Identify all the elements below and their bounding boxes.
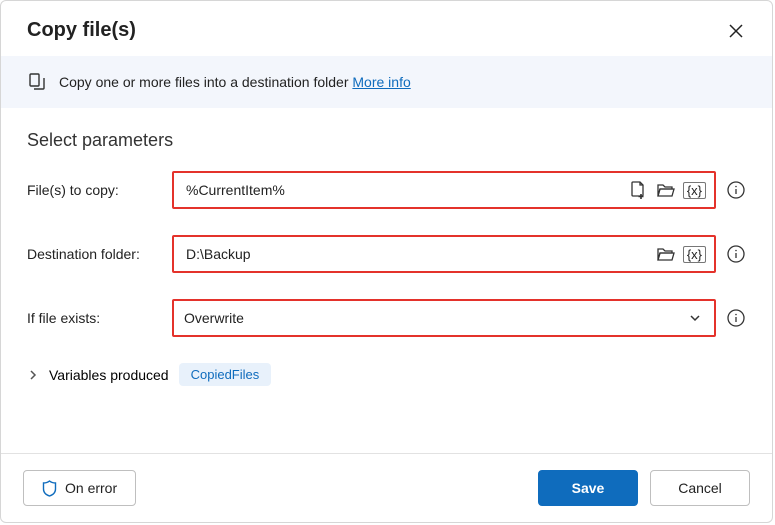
dropdown-toggle[interactable] xyxy=(684,307,706,329)
variable-picker-button[interactable]: {x} xyxy=(683,182,706,199)
field-wrap-ifexists: Overwrite xyxy=(172,299,746,337)
header: Copy file(s) xyxy=(1,1,772,56)
cancel-label: Cancel xyxy=(678,480,722,496)
section-title: Select parameters xyxy=(27,130,746,151)
files-input-field[interactable]: {x} xyxy=(172,171,716,209)
field-wrap-files: {x} xyxy=(172,171,746,209)
ifexists-select[interactable]: Overwrite xyxy=(172,299,716,337)
save-button[interactable]: Save xyxy=(538,470,638,506)
label-files: File(s) to copy: xyxy=(27,182,172,198)
on-error-label: On error xyxy=(65,480,117,496)
info-button-files[interactable] xyxy=(726,180,746,200)
info-button-ifexists[interactable] xyxy=(726,308,746,328)
on-error-button[interactable]: On error xyxy=(23,470,136,506)
dialog: Copy file(s) Copy one or more files into… xyxy=(0,0,773,523)
copy-icon xyxy=(27,72,47,92)
save-label: Save xyxy=(572,480,605,496)
info-text-content: Copy one or more files into a destinatio… xyxy=(59,74,352,90)
row-destination: Destination folder: {x} xyxy=(27,235,746,273)
folder-open-icon xyxy=(656,182,676,198)
destination-input[interactable] xyxy=(184,245,649,263)
field-wrap-destination: {x} xyxy=(172,235,746,273)
info-icon xyxy=(727,309,745,327)
destination-input-field[interactable]: {x} xyxy=(172,235,716,273)
row-files: File(s) to copy: xyxy=(27,171,746,209)
row-ifexists: If file exists: Overwrite xyxy=(27,299,746,337)
body: Select parameters File(s) to copy: xyxy=(1,108,772,453)
file-picker-button[interactable] xyxy=(627,179,649,201)
label-destination: Destination folder: xyxy=(27,246,172,262)
info-icon xyxy=(727,245,745,263)
info-bar: Copy one or more files into a destinatio… xyxy=(1,56,772,108)
close-button[interactable] xyxy=(726,21,746,41)
variables-label: Variables produced xyxy=(49,367,169,383)
folder-picker-button[interactable] xyxy=(655,179,677,201)
folder-open-icon xyxy=(656,246,676,262)
label-ifexists: If file exists: xyxy=(27,310,172,326)
info-button-dest[interactable] xyxy=(726,244,746,264)
shield-icon xyxy=(42,480,57,497)
variables-produced-row: Variables produced CopiedFiles xyxy=(27,363,746,386)
folder-picker-button-dest[interactable] xyxy=(655,243,677,265)
files-input[interactable] xyxy=(184,181,621,199)
cancel-button[interactable]: Cancel xyxy=(650,470,750,506)
dialog-title: Copy file(s) xyxy=(27,19,136,42)
chevron-right-icon xyxy=(27,369,39,381)
ifexists-value: Overwrite xyxy=(184,310,678,326)
info-icon xyxy=(727,181,745,199)
info-text: Copy one or more files into a destinatio… xyxy=(59,74,411,90)
more-info-link[interactable]: More info xyxy=(352,74,410,90)
variables-toggle[interactable] xyxy=(27,369,39,381)
file-plus-icon xyxy=(630,181,646,199)
chevron-down-icon xyxy=(688,311,702,325)
close-icon xyxy=(729,24,743,38)
variable-chip[interactable]: CopiedFiles xyxy=(179,363,272,386)
footer: On error Save Cancel xyxy=(1,453,772,522)
variable-picker-button-dest[interactable]: {x} xyxy=(683,246,706,263)
